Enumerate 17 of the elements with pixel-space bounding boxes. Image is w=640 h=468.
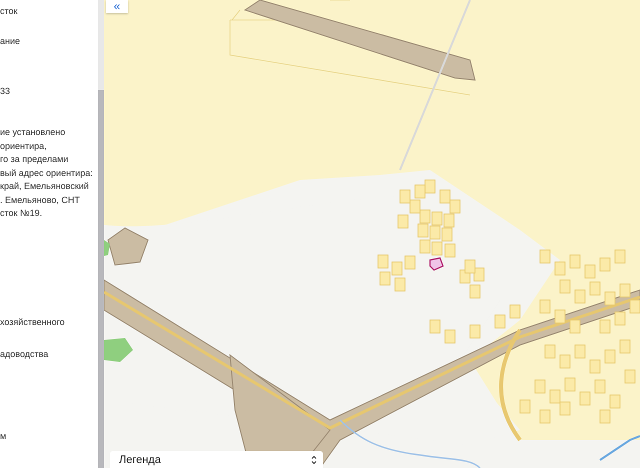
info-text: хозяйственного [0, 316, 66, 329]
chevron-updown-icon [311, 454, 317, 464]
info-text: го за пределами [0, 153, 70, 166]
collapse-button[interactable]: « [106, 0, 128, 13]
info-text: вый адрес ориентира: [0, 166, 94, 180]
info-text: сток №19. [0, 207, 44, 220]
info-text: ориентира, [0, 140, 48, 153]
legend-dropdown[interactable]: Легенда [110, 451, 323, 468]
scrollbar[interactable] [98, 0, 104, 468]
info-text: 33 [0, 85, 12, 98]
info-text: ание [0, 35, 22, 48]
info-text: м [0, 430, 8, 443]
info-text: адоводства [0, 348, 50, 361]
info-text: . Емельяново, СНТ [0, 194, 81, 206]
info-text: ие установлено [0, 126, 66, 139]
info-text: сток [0, 5, 18, 18]
info-text: край, Емельяновский [0, 180, 90, 193]
